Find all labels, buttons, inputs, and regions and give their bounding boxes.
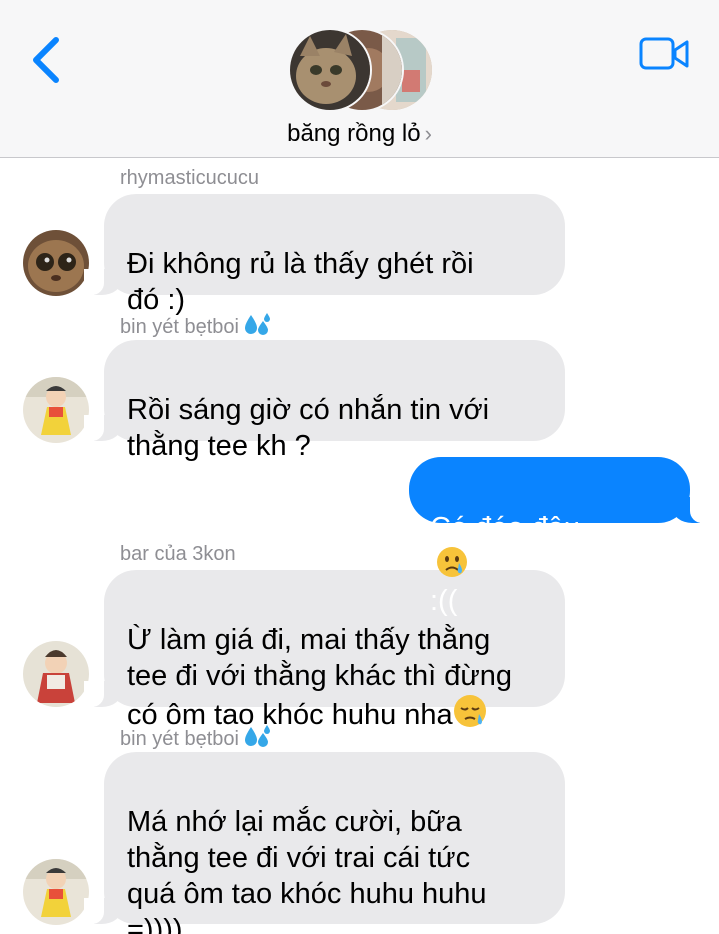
chevron-right-icon: › xyxy=(424,121,432,146)
avatar[interactable] xyxy=(23,377,89,443)
video-camera-icon xyxy=(639,37,689,70)
chevron-left-icon xyxy=(33,37,59,83)
message-bubble-outgoing[interactable]: Có đéo đâu :(( xyxy=(409,457,710,617)
back-button[interactable] xyxy=(26,34,66,86)
group-name[interactable]: băng rồng lỏ › xyxy=(0,120,719,148)
message-bubble-incoming[interactable]: Đi không rủ là thấy ghét rồi đó :) xyxy=(84,194,565,316)
message-text: Má nhớ lại mắc cười, bữa thằng tee đi vớ… xyxy=(127,806,487,934)
group-name-label: băng rồng lỏ xyxy=(287,120,421,147)
crying-face-icon xyxy=(437,547,467,577)
message-bubble-incoming[interactable]: Ừ làm giá đi, mai thấy thằng tee đi với … xyxy=(84,570,565,731)
message-bubble-incoming[interactable]: Má nhớ lại mắc cười, bữa thằng tee đi vớ… xyxy=(84,752,565,934)
message-bubble-incoming[interactable]: Rồi sáng giờ có nhắn tin với thằng tee k… xyxy=(84,340,565,462)
avatar[interactable] xyxy=(23,230,89,296)
sender-name: rhymasticucucu xyxy=(120,167,259,189)
sender-name-label: bin yét bẹtboi xyxy=(120,316,239,338)
group-avatar-stack[interactable] xyxy=(288,28,434,112)
video-call-button[interactable] xyxy=(638,36,692,72)
message-text: Rồi sáng giờ có nhắn tin với thằng tee k… xyxy=(127,394,490,462)
avatar[interactable] xyxy=(23,859,89,925)
chat-screen: băng rồng lỏ › rhymasticucucu Đi không rủ… xyxy=(0,0,719,934)
sender-name-label: bin yét bẹtboi xyxy=(120,728,239,750)
message-text-suffix: :(( xyxy=(430,585,458,617)
message-text: Có đéo đâu xyxy=(430,512,580,544)
sleepy-face-icon xyxy=(453,695,486,727)
message-text: Đi không rủ là thấy ghét rồi đó :) xyxy=(127,248,474,316)
sender-name: bar của 3kon xyxy=(120,543,236,565)
chat-header: băng rồng lỏ › xyxy=(0,0,719,158)
sender-name: bin yét bẹtboi xyxy=(120,313,271,339)
sweat-droplets-icon xyxy=(244,313,270,335)
group-avatar-1 xyxy=(288,28,372,112)
avatar[interactable] xyxy=(23,641,89,707)
